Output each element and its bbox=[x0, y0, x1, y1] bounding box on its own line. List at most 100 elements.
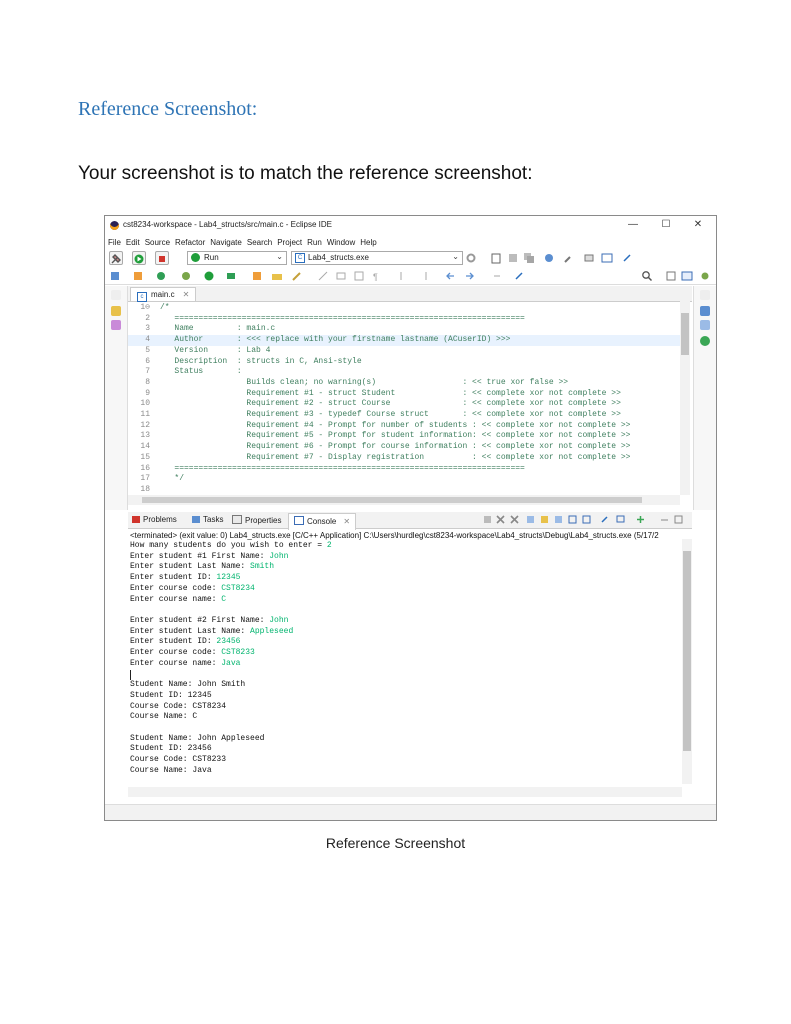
display-console-icon[interactable] bbox=[616, 515, 625, 526]
menu-edit[interactable]: Edit bbox=[123, 235, 142, 249]
editor-horizontal-scrollbar[interactable] bbox=[128, 495, 680, 505]
menu-search[interactable]: Search bbox=[244, 235, 274, 249]
restore-view-icon[interactable] bbox=[111, 290, 121, 300]
restore-view-icon[interactable] bbox=[700, 290, 710, 300]
status-bar bbox=[105, 804, 716, 820]
tab-tasks[interactable]: Tasks bbox=[192, 515, 223, 524]
run-launch-icon[interactable] bbox=[203, 269, 215, 281]
debug-bug-icon[interactable] bbox=[543, 251, 555, 263]
prev-annotation-icon[interactable] bbox=[420, 269, 432, 281]
next-annotation-icon[interactable] bbox=[395, 269, 407, 281]
search-icon[interactable] bbox=[641, 269, 653, 282]
save-all-icon[interactable] bbox=[523, 251, 535, 263]
show-on-output-icon[interactable] bbox=[568, 515, 577, 526]
minimize-button[interactable]: — bbox=[620, 218, 646, 232]
console-prompt-text: Enter student ID: bbox=[130, 637, 217, 647]
new-file-icon[interactable] bbox=[490, 251, 502, 264]
block-select-icon[interactable] bbox=[353, 269, 365, 281]
close-icon[interactable]: ✕ bbox=[343, 517, 350, 526]
open-folder-icon[interactable] bbox=[271, 269, 283, 281]
terminal-icon[interactable] bbox=[601, 251, 613, 263]
debug-launch-icon[interactable] bbox=[180, 269, 192, 281]
tab-properties[interactable]: Properties bbox=[232, 515, 281, 525]
menu-file[interactable]: File bbox=[105, 235, 123, 249]
tab-console[interactable]: Console ✕ bbox=[288, 513, 357, 530]
console-prompt-text: Enter course code: bbox=[130, 583, 222, 593]
console-stop-icon[interactable] bbox=[483, 515, 492, 526]
pin-editor-icon[interactable] bbox=[513, 269, 525, 281]
console-line: Course Code: CST8234 bbox=[130, 702, 226, 713]
maximize-view-icon[interactable] bbox=[674, 515, 683, 526]
debug-perspective-icon[interactable] bbox=[699, 269, 711, 281]
build-hammer-icon[interactable] bbox=[109, 251, 123, 265]
build-config-icon[interactable] bbox=[583, 251, 595, 263]
open-console-icon[interactable] bbox=[636, 515, 645, 526]
maximize-button[interactable]: ☐ bbox=[653, 218, 679, 232]
menu-run[interactable]: Run bbox=[304, 235, 324, 249]
build-targets-icon[interactable] bbox=[700, 336, 710, 346]
tab-problems[interactable]: Problems bbox=[132, 515, 177, 524]
launch-settings-gear-icon[interactable] bbox=[465, 251, 477, 263]
open-type-icon[interactable] bbox=[251, 269, 263, 281]
types-hierarchy-icon[interactable] bbox=[111, 320, 121, 330]
launch-mode-select[interactable]: Run ⌄ bbox=[187, 251, 287, 265]
pin-icon[interactable] bbox=[621, 251, 633, 263]
tab-main-c[interactable]: c main.c ✕ bbox=[130, 287, 197, 302]
menu-refactor[interactable]: Refactor bbox=[172, 235, 207, 249]
pin-console-icon[interactable] bbox=[600, 515, 609, 526]
close-icon[interactable]: ✕ bbox=[183, 290, 190, 299]
toggle-mark-icon[interactable] bbox=[317, 269, 329, 281]
editor-vertical-scrollbar[interactable] bbox=[680, 301, 690, 495]
edit-pencil-icon[interactable] bbox=[291, 269, 303, 281]
code-text: ========================================… bbox=[160, 463, 525, 473]
console-vertical-scrollbar[interactable] bbox=[682, 539, 692, 784]
minimize-view-icon[interactable] bbox=[660, 515, 669, 526]
back-arrow-icon[interactable] bbox=[445, 269, 457, 281]
line-number: 6 bbox=[145, 356, 150, 366]
word-wrap-icon[interactable] bbox=[335, 269, 347, 281]
show-whitespace-icon[interactable]: ¶ bbox=[371, 269, 383, 282]
stop-icon[interactable] bbox=[155, 251, 169, 265]
code-line: 15 Requirement #7 - Display registration… bbox=[128, 453, 680, 464]
launch-target-select[interactable]: C Lab4_structs.exe ⌄ bbox=[291, 251, 463, 265]
editor-text-area[interactable]: 1⊖ /* 2 ==================================… bbox=[128, 301, 680, 495]
outline-icon[interactable] bbox=[700, 306, 710, 316]
console-line: Student Name: John Smith bbox=[130, 680, 245, 691]
new-class-icon[interactable] bbox=[155, 269, 167, 281]
show-on-error-icon[interactable] bbox=[582, 515, 591, 526]
menu-source[interactable]: Source bbox=[142, 235, 172, 249]
menu-help[interactable]: Help bbox=[357, 235, 378, 249]
line-number: 13 bbox=[140, 431, 150, 441]
last-edit-icon[interactable] bbox=[491, 269, 503, 281]
scroll-thumb[interactable] bbox=[681, 313, 689, 355]
open-perspective-icon[interactable] bbox=[665, 269, 677, 281]
figure-caption: Reference Screenshot bbox=[325, 835, 466, 851]
code-line: 1⊖ /* bbox=[128, 303, 680, 314]
build-all-icon[interactable] bbox=[563, 251, 575, 263]
clear-console-icon[interactable] bbox=[540, 515, 549, 526]
menu-window[interactable]: Window bbox=[324, 235, 357, 249]
console-horizontal-scrollbar[interactable] bbox=[128, 787, 682, 797]
code-text: Requirement #6 - Prompt for course infor… bbox=[160, 442, 631, 452]
forward-arrow-icon[interactable] bbox=[463, 269, 475, 281]
save-icon[interactable] bbox=[507, 251, 519, 263]
new-wizard-icon[interactable] bbox=[109, 269, 121, 281]
project-explorer-icon[interactable] bbox=[111, 306, 121, 316]
menu-navigate[interactable]: Navigate bbox=[207, 235, 244, 249]
new-c-project-icon[interactable] bbox=[132, 269, 144, 281]
line-number: 18 bbox=[140, 484, 150, 494]
close-button[interactable]: ✕ bbox=[685, 218, 711, 232]
task-list-icon[interactable] bbox=[700, 320, 710, 330]
word-wrap-icon[interactable] bbox=[554, 515, 563, 526]
console-output[interactable]: How many students do you wish to enter =… bbox=[130, 541, 680, 791]
scroll-thumb[interactable] bbox=[683, 551, 691, 751]
console-prompt-text: Course Name: Java bbox=[130, 765, 212, 775]
remove-all-terminated-icon[interactable] bbox=[510, 515, 519, 526]
menu-project[interactable]: Project bbox=[274, 235, 304, 249]
launch-run-icon[interactable] bbox=[132, 251, 146, 265]
c-cpp-perspective-icon[interactable] bbox=[681, 269, 693, 281]
scroll-thumb[interactable] bbox=[142, 497, 642, 503]
scroll-lock-icon[interactable] bbox=[526, 515, 535, 526]
remove-launch-icon[interactable] bbox=[496, 515, 505, 526]
external-tools-icon[interactable] bbox=[225, 269, 237, 281]
